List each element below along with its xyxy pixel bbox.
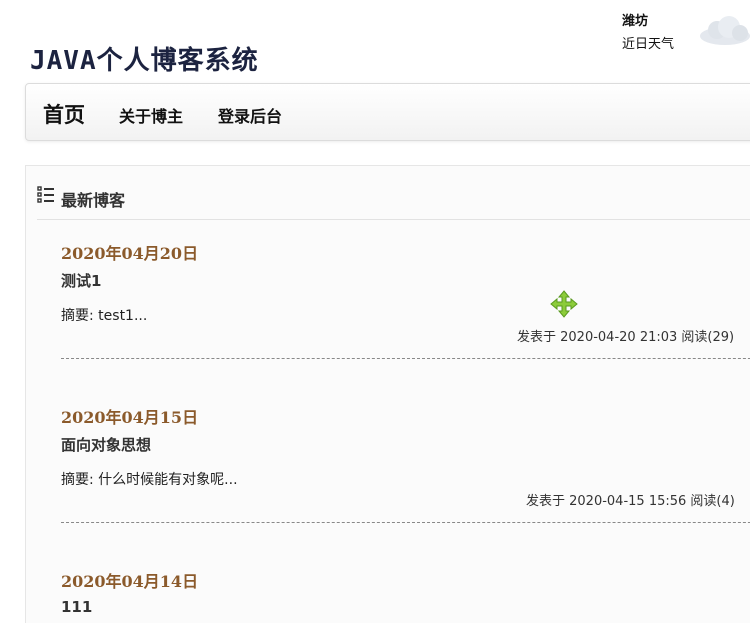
blog-entry: 2020年04月15日 面向对象思想 摘要: 什么时候能有对象呢... 发表于 … <box>61 404 750 523</box>
panel-header: 最新博客 <box>37 184 750 220</box>
weather-city: 潍坊 <box>622 14 649 29</box>
nav-home[interactable]: 首页 <box>43 99 85 129</box>
nav-about-blogger[interactable]: 关于博主 <box>119 103 183 127</box>
entry-summary: 摘要: test1... <box>61 308 148 324</box>
entry-date: 2020年04月20日 <box>61 244 199 263</box>
entry-summary: 摘要: 什么时候能有对象呢... <box>61 472 238 488</box>
weather-widget: 潍坊 近日天气 <box>622 10 674 52</box>
list-icon <box>37 186 54 203</box>
page: JAVA个人博客系统 潍坊 近日天气 首页 关于博主 登录后台 最新博客 202 <box>0 0 750 623</box>
move-cursor-icon <box>550 290 578 318</box>
entry-date: 2020年04月14日 <box>61 572 199 591</box>
entry-title[interactable]: 111 <box>61 598 92 616</box>
entry-date: 2020年04月15日 <box>61 408 199 427</box>
navbar: 首页 关于博主 登录后台 <box>25 83 750 141</box>
entry-divider <box>61 522 750 523</box>
blog-entry: 2020年04月14日 111 <box>61 568 750 616</box>
panel-title: 最新博客 <box>61 191 126 210</box>
site-logo[interactable]: JAVA个人博客系统 <box>30 40 259 77</box>
entry-title[interactable]: 面向对象思想 <box>61 434 151 455</box>
entry-meta: 发表于 2020-04-15 15:56 阅读(4) <box>526 494 735 509</box>
weather-description: 近日天气 <box>622 37 675 52</box>
nav-login-admin[interactable]: 登录后台 <box>218 103 282 127</box>
entry-divider <box>61 358 750 359</box>
blog-entry: 2020年04月20日 测试1 摘要: test1... 发表于 2020-04… <box>61 240 750 359</box>
entry-meta: 发表于 2020-04-20 21:03 阅读(29) <box>517 330 735 345</box>
entry-title[interactable]: 测试1 <box>61 270 101 291</box>
cloud-icon <box>700 16 750 45</box>
latest-blogs-panel: 最新博客 2020年04月20日 测试1 摘要: test1... 发表于 20… <box>25 165 750 623</box>
